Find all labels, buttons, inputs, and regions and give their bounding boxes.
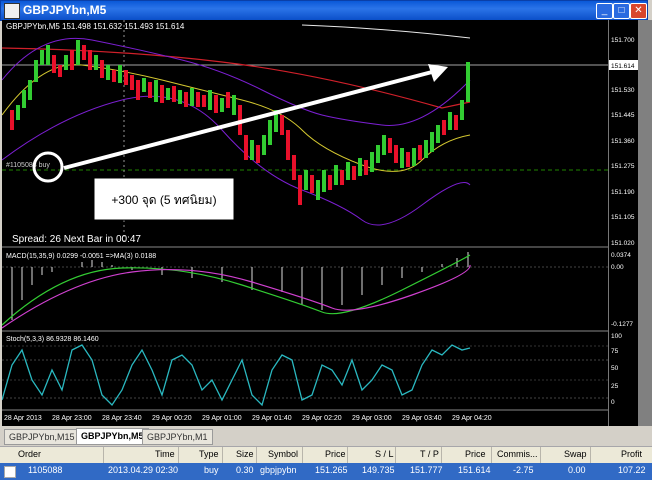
minimize-button[interactable]: _ (596, 3, 613, 19)
row-type: buy (204, 465, 219, 475)
time-label: 29 Apr 00:20 (152, 415, 192, 422)
window-title: GBPJPYbn,M5 (23, 3, 107, 17)
chart-window-icon (4, 3, 20, 19)
order-label: #1105088 buy (6, 162, 50, 169)
macd-level-label: 0.0374 (611, 252, 631, 259)
current-price-label: 151.614 (611, 63, 635, 70)
col-price[interactable]: Price (325, 449, 346, 459)
col-commission[interactable]: Commis... (497, 449, 538, 459)
col-swap[interactable]: Swap (564, 449, 587, 459)
price-label: 151.445 (611, 112, 635, 119)
tab-gbpjpy-m5[interactable]: GBPJPYbn,M5 (76, 428, 149, 445)
table-row[interactable]: 1105088 2013.04.29 02:30 buy 0.30 gbpjpy… (0, 463, 652, 480)
time-label: 28 Apr 2013 (4, 415, 42, 422)
macd-level-label: -0.1277 (611, 321, 633, 328)
price-label: 151.360 (611, 138, 635, 145)
order-type-icon (4, 466, 16, 478)
col-symbol[interactable]: Symbol (268, 449, 298, 459)
time-label: 29 Apr 01:00 (202, 415, 242, 422)
col-tp[interactable]: T / P (420, 449, 439, 459)
maximize-button[interactable]: □ (613, 3, 630, 19)
time-label: 29 Apr 03:00 (352, 415, 392, 422)
stoch-level-label: 25 (611, 383, 619, 390)
time-label: 29 Apr 04:20 (452, 415, 492, 422)
price-label: 151.020 (611, 240, 635, 247)
window-titlebar: GBPJPYbn,M5 _ □ ✕ (0, 0, 648, 21)
macd-line (1, 254, 471, 326)
row-swap: 0.00 (568, 465, 586, 475)
col-current-price[interactable]: Price (465, 449, 486, 459)
chart-area[interactable]: GBPJPYbn,M5 151.498 151.632 151.493 151.… (1, 20, 608, 426)
col-sl[interactable]: S / L (375, 449, 394, 459)
time-label: 29 Apr 01:40 (252, 415, 292, 422)
stoch-level-label: 75 (611, 348, 619, 355)
price-axis[interactable]: 151.700 151.614 151.530 151.445 151.360 … (608, 20, 639, 426)
trade-table-header: Order Time Type Size Symbol Price S / L … (0, 446, 652, 464)
stoch-level-label: 50 (611, 365, 619, 372)
macd-label: MACD(15,35,9) 0.0299 -0.0051 =>MA(3) 0.0… (6, 253, 156, 260)
ma-white-line (301, 24, 471, 39)
row-tp: 151.777 (410, 465, 443, 475)
price-label: 151.530 (611, 87, 635, 94)
col-profit[interactable]: Profit (621, 449, 642, 459)
col-type[interactable]: Type (199, 449, 219, 459)
chart-tabs: GBPJPYbn,M15 GBPJPYbn,M5 GBPJPYbn,M1 (2, 428, 652, 445)
chart-info-text: GBPJPYbn,M5 151.498 151.632 151.493 151.… (6, 22, 185, 31)
stoch-main-line (1, 344, 471, 407)
row-price: 151.265 (315, 465, 348, 475)
price-label: 151.275 (611, 163, 635, 170)
time-label: 29 Apr 03:40 (402, 415, 442, 422)
col-order[interactable]: Order (18, 449, 41, 459)
row-current-price: 151.614 (458, 465, 491, 475)
tab-gbpjpy-m1[interactable]: GBPJPYbn,M1 (142, 429, 213, 445)
price-labels: 151.700 151.614 151.530 151.445 151.360 … (609, 37, 639, 406)
time-label: 28 Apr 23:00 (52, 415, 92, 422)
stoch-level-label: 0 (611, 399, 615, 406)
col-size[interactable]: Size (236, 449, 254, 459)
col-time[interactable]: Time (155, 449, 175, 459)
row-size: 0.30 (236, 465, 254, 475)
row-profit: 107.22 (618, 465, 646, 475)
side-panel (638, 20, 652, 426)
close-button[interactable]: ✕ (630, 3, 647, 19)
row-symbol: gbpjpybn (260, 465, 297, 475)
bollinger-lower-line (1, 95, 471, 226)
arrow-head (428, 64, 448, 82)
row-commission: -2.75 (513, 465, 534, 475)
row-order: 1105088 (28, 465, 63, 475)
macd-signal-line (1, 264, 471, 329)
time-label: 29 Apr 02:20 (302, 415, 342, 422)
row-time: 2013.04.29 02:30 (108, 465, 179, 475)
price-label: 151.105 (611, 214, 635, 221)
macd-level-label: 0.00 (611, 264, 624, 271)
annotation-text: +300 จุด (5 ทศนิยม) (111, 193, 216, 208)
row-sl: 149.735 (362, 465, 395, 475)
price-label: 151.700 (611, 37, 635, 44)
stoch-label: Stoch(5,3,3) 86.9328 86.1460 (6, 336, 99, 343)
price-label: 151.190 (611, 189, 635, 196)
stoch-level-label: 100 (611, 333, 622, 340)
time-label: 28 Apr 23:40 (102, 415, 142, 422)
time-axis-labels: 28 Apr 2013 28 Apr 23:00 28 Apr 23:40 29… (4, 415, 492, 422)
spread-text: Spread: 26 Next Bar in 00:47 (12, 234, 141, 245)
tab-gbpjpy-m15[interactable]: GBPJPYbn,M15 (4, 429, 80, 445)
